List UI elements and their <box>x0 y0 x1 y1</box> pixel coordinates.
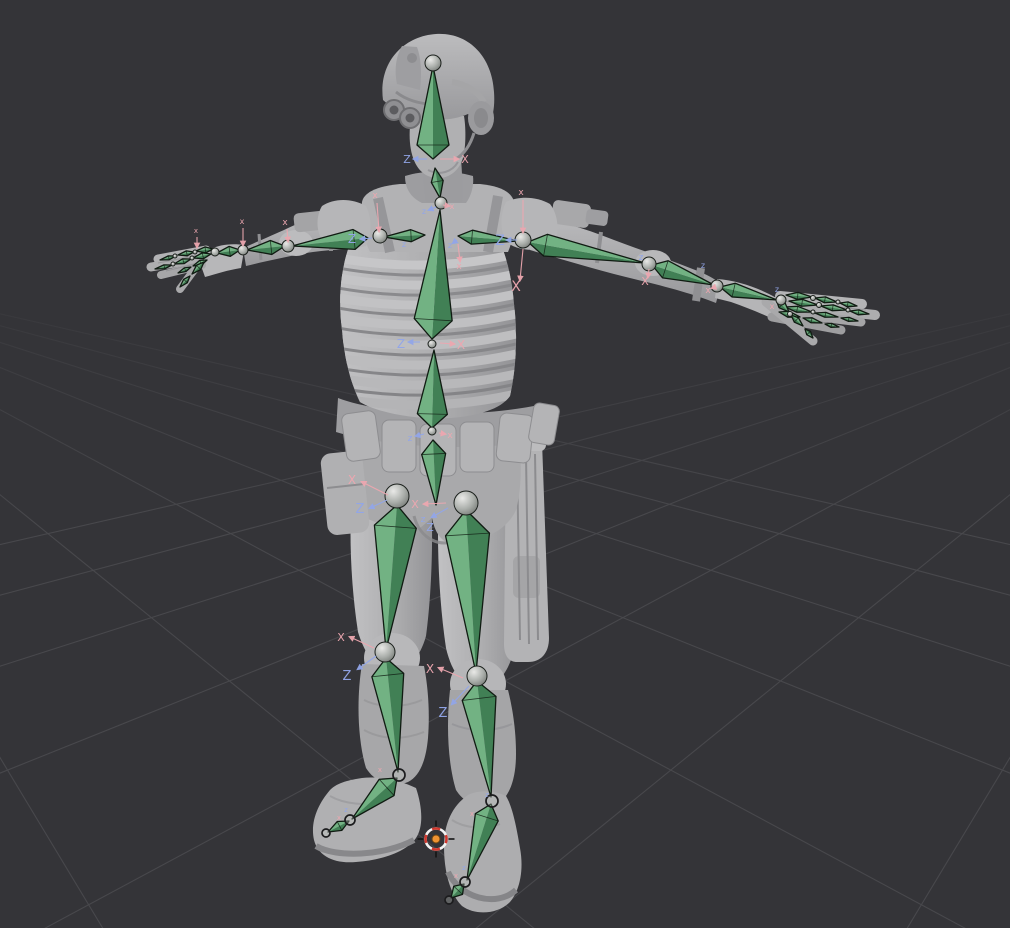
axis-label-x: x <box>337 814 341 822</box>
bone-joint-sphere[interactable] <box>428 427 436 435</box>
axis-label-z: z <box>701 261 705 270</box>
axis-label-z: Z <box>356 502 365 517</box>
axis-label-z: Z <box>343 669 352 684</box>
bone-joint-sphere[interactable] <box>642 257 656 271</box>
bone-joint-sphere[interactable] <box>193 250 197 254</box>
axis-label-x: x <box>456 262 462 272</box>
bone-joint-sphere[interactable] <box>282 240 294 252</box>
bone-joint-sphere[interactable] <box>846 308 850 312</box>
bone-joint-ring[interactable] <box>322 829 330 837</box>
axis-label-x: x <box>194 227 198 235</box>
bone-joint-sphere[interactable] <box>776 295 786 305</box>
cursor-center-dot <box>432 835 440 843</box>
axis-label-x: X <box>426 662 434 676</box>
bone-joint-sphere[interactable] <box>373 229 387 243</box>
viewport-3d[interactable]: ZXzxZxzxzxZXxxxzXzxzxZXzxXZXzZXZXZxzxzxz… <box>0 0 1010 928</box>
axis-label-z: z <box>402 240 406 249</box>
axis-label-z: Z <box>348 232 356 246</box>
axis-label-z: z <box>408 434 413 444</box>
bone-joint-sphere[interactable] <box>375 642 395 662</box>
axis-label-z: z <box>485 791 489 799</box>
nvg-mount <box>396 46 421 90</box>
bone-joint-sphere[interactable] <box>817 303 822 308</box>
bone-joint-sphere[interactable] <box>190 256 194 260</box>
axis-label-z: z <box>421 515 426 525</box>
bone-joint-sphere[interactable] <box>173 254 177 258</box>
axis-label-x: X <box>348 473 356 487</box>
axis-label-z: z <box>422 207 426 216</box>
bone-joint-ring[interactable] <box>445 896 453 904</box>
axis-label-x: x <box>470 810 474 818</box>
bone-joint-sphere[interactable] <box>425 55 441 71</box>
axis-label-z: z <box>344 806 348 814</box>
axis-label-z: z <box>448 241 452 250</box>
axis-label-x: X <box>457 338 465 352</box>
axis-label-x: X <box>461 153 469 166</box>
axis-label-x: X <box>511 279 521 295</box>
bone-joint-sphere[interactable] <box>238 245 248 255</box>
axis-label-x: x <box>282 218 288 228</box>
axis-label-x: X <box>411 498 419 511</box>
bone-joint-sphere[interactable] <box>428 340 436 348</box>
axis-label-x: x <box>378 766 382 774</box>
axis-label-z: z <box>639 253 644 263</box>
axis-label-x: x <box>450 202 455 211</box>
axis-label-z: z <box>775 285 779 294</box>
bone-joint-sphere[interactable] <box>211 248 219 256</box>
axis-label-z: Z <box>495 233 505 249</box>
bone-joint-ring[interactable] <box>460 877 470 887</box>
axis-label-x: x <box>447 431 453 441</box>
axis-label-z: Z <box>426 521 434 534</box>
bone-joint-sphere[interactable] <box>788 312 793 317</box>
axis-label-x: X <box>641 275 649 288</box>
bone-joint-sphere[interactable] <box>385 484 409 508</box>
axis-label-z: z <box>462 864 466 872</box>
bone-joint-sphere[interactable] <box>454 491 478 515</box>
hip-pouch-left <box>320 450 370 536</box>
bone-joint-ring[interactable] <box>345 815 355 825</box>
bone-joint-ring[interactable] <box>393 769 405 781</box>
axis-label-z: Z <box>397 337 405 351</box>
bone-joint-sphere[interactable] <box>811 296 816 301</box>
axis-label-x: X <box>337 631 345 644</box>
bone-joint-sphere[interactable] <box>515 232 531 248</box>
axis-label-z: Z <box>403 153 411 166</box>
axis-label-x: x <box>372 191 378 201</box>
bone-joint-sphere[interactable] <box>811 310 815 314</box>
bone-joint-sphere[interactable] <box>467 666 487 686</box>
bone-joint-sphere[interactable] <box>435 197 447 209</box>
axis-label-x: x <box>518 188 524 198</box>
axis-label-x: x <box>770 302 775 311</box>
bone-joint-sphere[interactable] <box>711 280 723 292</box>
bone-joint-sphere[interactable] <box>836 300 840 304</box>
bone-joint-sphere[interactable] <box>171 262 175 266</box>
axis-label-x: x <box>705 286 711 296</box>
axis-label-x: x <box>454 872 458 880</box>
axis-label-z: Z <box>439 706 448 721</box>
axis-label-x: x <box>240 217 245 226</box>
